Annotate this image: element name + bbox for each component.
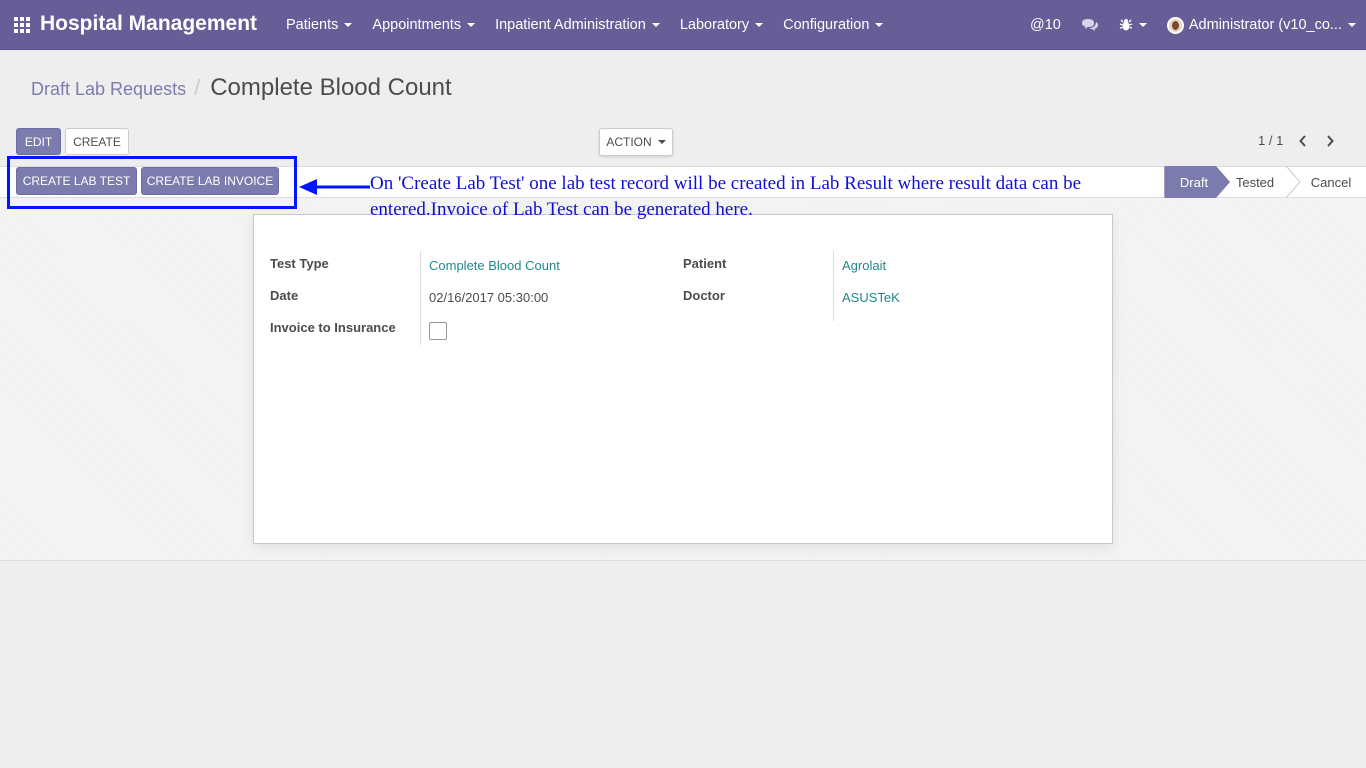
breadcrumb: Draft Lab Requests / Complete Blood Coun…	[31, 74, 452, 102]
menu-appointments[interactable]: Appointments	[362, 0, 485, 50]
main-menu: Patients Appointments Inpatient Administ…	[276, 0, 893, 50]
form-sheet: Test Type Complete Blood Count Date 02/1…	[253, 214, 1113, 544]
doctor-label: Doctor	[683, 288, 725, 303]
breadcrumb-separator: /	[194, 75, 201, 100]
top-navbar: Hospital Management Patients Appointment…	[0, 0, 1366, 50]
apps-menu-icon[interactable]	[14, 17, 32, 33]
create-button[interactable]: CREATE	[65, 128, 129, 155]
pager-next-icon[interactable]	[1318, 130, 1342, 152]
avatar	[1166, 16, 1184, 34]
mentions-counter[interactable]: @10	[1020, 0, 1071, 50]
annotation-arrow-icon	[299, 179, 370, 195]
user-name: Administrator (v10_co...	[1188, 17, 1342, 33]
field-separator	[833, 251, 834, 321]
field-separator	[420, 251, 421, 345]
caret-down-icon	[755, 23, 764, 27]
annotation-text: On 'Create Lab Test' one lab test record…	[370, 173, 1082, 220]
action-label: ACTION	[606, 135, 652, 149]
page-title: Complete Blood Count	[210, 74, 452, 101]
test-type-link[interactable]: Complete Blood Count	[429, 258, 560, 273]
date-label: Date	[270, 288, 299, 303]
status-draft[interactable]: Draft	[1164, 166, 1224, 198]
status-cancel[interactable]: Cancel	[1296, 166, 1366, 198]
caret-down-icon	[1348, 23, 1356, 27]
invoice-to-insurance-label: Invoice to Insurance	[270, 320, 396, 335]
chat-icon[interactable]	[1071, 0, 1109, 50]
doctor-link[interactable]: ASUSTeK	[842, 290, 900, 305]
caret-down-icon	[344, 23, 353, 27]
edit-button[interactable]: EDIT	[16, 128, 61, 155]
breadcrumb-parent-link[interactable]: Draft Lab Requests	[31, 79, 186, 100]
app-title: Hospital Management	[40, 12, 258, 35]
caret-down-icon	[651, 23, 660, 27]
menu-inpatient-administration[interactable]: Inpatient Administration	[485, 0, 670, 50]
navbar-right: @10 Administrator (v10_co...	[1020, 0, 1366, 50]
menu-configuration[interactable]: Configuration	[773, 0, 893, 50]
caret-down-icon	[657, 140, 666, 144]
menu-patients[interactable]: Patients	[276, 0, 362, 50]
date-value: 02/16/2017 05:30:00	[429, 290, 549, 305]
menu-laboratory[interactable]: Laboratory	[670, 0, 773, 50]
caret-down-icon	[875, 23, 884, 27]
caret-down-icon	[467, 23, 476, 27]
patient-label: Patient	[683, 256, 727, 271]
user-menu[interactable]: Administrator (v10_co...	[1157, 0, 1366, 50]
invoice-to-insurance-checkbox[interactable]	[429, 322, 447, 340]
action-dropdown[interactable]: ACTION	[599, 128, 673, 156]
caret-down-icon	[1138, 23, 1147, 27]
highlight-box	[7, 156, 297, 209]
pager-previous-icon[interactable]	[1291, 130, 1315, 152]
debug-bug-icon[interactable]	[1109, 0, 1157, 50]
pager-value: 1 / 1	[1258, 133, 1284, 148]
status-tested[interactable]: Tested	[1226, 166, 1284, 198]
test-type-label: Test Type	[270, 256, 329, 271]
patient-link[interactable]: Agrolait	[842, 258, 886, 273]
